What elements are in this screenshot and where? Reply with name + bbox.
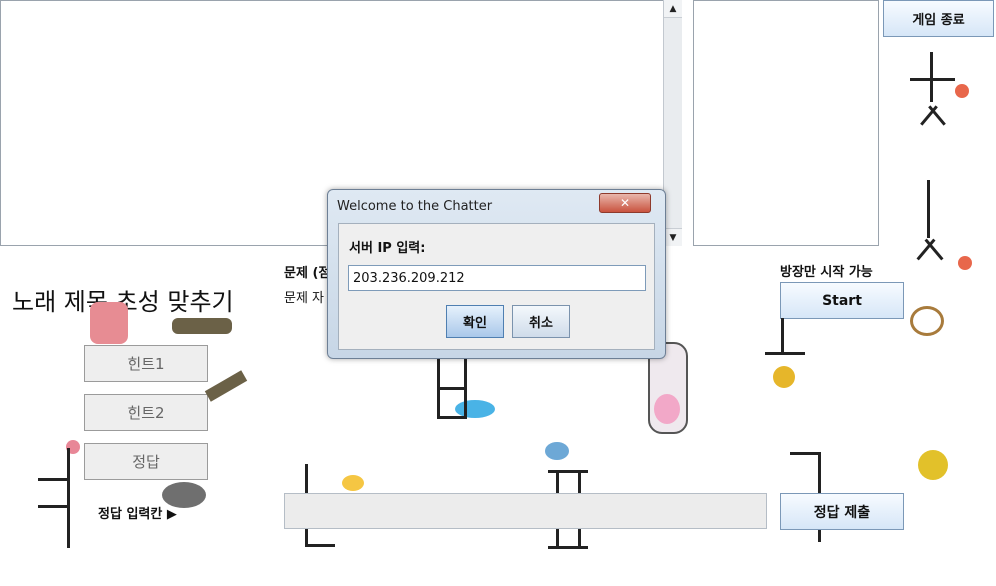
- start-post-base: [765, 352, 805, 355]
- start-post: [781, 318, 784, 354]
- answer-input-label: 정답 입력칸 ▶: [98, 507, 177, 522]
- user-list[interactable]: [693, 0, 879, 246]
- answer-button[interactable]: 정답: [84, 443, 208, 480]
- gallows-left-pole: [67, 448, 70, 548]
- close-icon[interactable]: ✕: [599, 193, 651, 213]
- submit-answer-button[interactable]: 정답 제출: [780, 493, 904, 530]
- gallows-mid-base: [437, 416, 467, 419]
- answer-input[interactable]: [284, 493, 767, 529]
- server-ip-input[interactable]: [348, 265, 646, 291]
- hint2-button[interactable]: 힌트2: [84, 394, 208, 431]
- small-bird-icon: [545, 442, 569, 460]
- yellow-flower-icon: [342, 475, 364, 491]
- pink-character-icon: [90, 302, 128, 344]
- stool-top: [548, 470, 588, 473]
- scroll-up-arrow[interactable]: ▲: [664, 0, 682, 18]
- scroll-down-arrow[interactable]: ▼: [664, 228, 682, 246]
- host-start-label: 방장만 시작 가능: [780, 265, 873, 280]
- gallows-center-foot: [305, 544, 335, 547]
- sunflower-icon: [773, 366, 795, 388]
- start-button[interactable]: Start: [780, 282, 904, 319]
- tomato-icon: [958, 256, 972, 270]
- problem-text: 문제 자: [284, 291, 325, 306]
- crocodile-icon: [172, 318, 232, 334]
- dialog-title: Welcome to the Chatter: [337, 199, 493, 214]
- server-ip-prompt: 서버 IP 입력:: [349, 241, 426, 256]
- stick-figure: [905, 52, 965, 142]
- server-ip-dialog: Welcome to the Chatter ✕ 서버 IP 입력: 확인 취소: [327, 189, 666, 359]
- gallows-left-bar: [38, 478, 68, 481]
- problem-label: 문제 (점: [284, 266, 331, 281]
- gallows-left-foot: [38, 505, 68, 508]
- cat-icon: [918, 450, 948, 480]
- hint1-button[interactable]: 힌트1: [84, 345, 208, 382]
- stick-legs: [905, 180, 955, 270]
- cancel-button[interactable]: 취소: [512, 305, 570, 338]
- crocodile-tail-icon: [204, 370, 248, 402]
- spider-icon: [910, 306, 944, 336]
- stool-base: [548, 546, 588, 549]
- dialog-body: 서버 IP 입력: 확인 취소: [338, 223, 655, 350]
- flower-icon: [955, 84, 969, 98]
- ok-button[interactable]: 확인: [446, 305, 504, 338]
- gallows-mid-rung: [437, 387, 467, 390]
- cow-udder-icon: [654, 394, 680, 424]
- right-gallows-top: [790, 452, 820, 455]
- exit-game-button[interactable]: 게임 종료: [883, 0, 994, 37]
